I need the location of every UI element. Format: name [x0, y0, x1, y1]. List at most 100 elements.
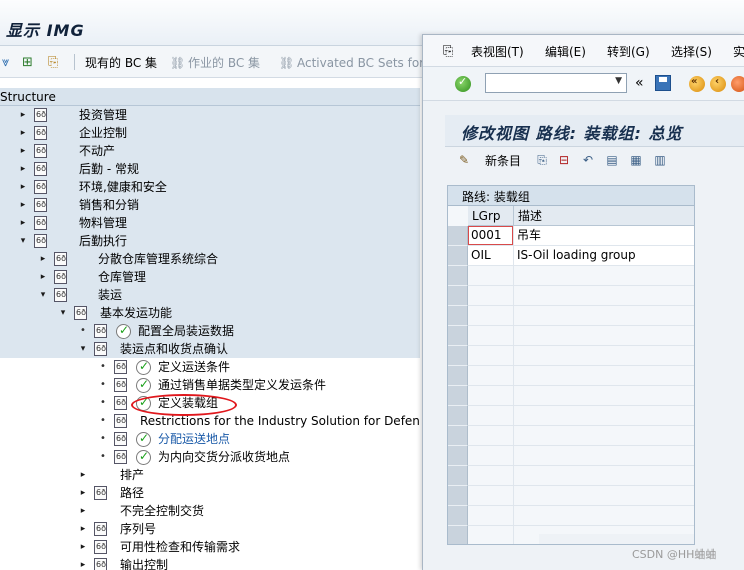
- document-icon[interactable]: [114, 432, 127, 446]
- tree-node-label[interactable]: 分散仓库管理系统综合: [98, 251, 218, 267]
- row-selector[interactable]: [448, 486, 468, 506]
- cell-description[interactable]: [514, 266, 694, 286]
- tree-node-label[interactable]: 销售和分销: [79, 197, 139, 213]
- exit-icon[interactable]: [710, 76, 726, 92]
- tree-node[interactable]: ▸ 后勤 - 常规: [0, 160, 420, 178]
- cell-lgrp[interactable]: [468, 346, 514, 366]
- document-icon[interactable]: [94, 558, 107, 570]
- collapse-node-icon[interactable]: ▾: [78, 343, 88, 355]
- cell-lgrp[interactable]: [468, 366, 514, 386]
- document-icon[interactable]: [114, 414, 127, 428]
- menu-goto[interactable]: 转到(G): [607, 44, 650, 60]
- current-bc-sets-button[interactable]: 现有的 BC 集: [85, 54, 157, 72]
- expand-node-icon[interactable]: ▸: [78, 559, 88, 570]
- tree-node[interactable]: ▸ 仓库管理: [0, 268, 420, 286]
- tree-node-label[interactable]: 装运点和收货点确认: [120, 341, 228, 357]
- document-icon[interactable]: [34, 234, 47, 248]
- cell-description[interactable]: [514, 286, 694, 306]
- cell-description[interactable]: [514, 366, 694, 386]
- undo-change-icon[interactable]: ↶: [581, 153, 595, 167]
- document-icon[interactable]: [34, 198, 47, 212]
- tree-node[interactable]: •Restrictions for the Industry Solution …: [0, 412, 420, 430]
- tree-node[interactable]: ▸ 环境,健康和安全: [0, 178, 420, 196]
- row-selector[interactable]: [448, 386, 468, 406]
- cell-lgrp[interactable]: [468, 426, 514, 446]
- tree-node[interactable]: • 定义运送条件: [0, 358, 420, 376]
- document-icon[interactable]: [54, 270, 67, 284]
- expand-node-icon[interactable]: ▸: [38, 271, 48, 283]
- document-icon[interactable]: [34, 180, 47, 194]
- tree-node-label[interactable]: 后勤 - 常规: [79, 161, 139, 177]
- document-icon[interactable]: [94, 486, 107, 500]
- expand-node-icon[interactable]: ▸: [38, 253, 48, 265]
- collapse-command-icon[interactable]: «: [635, 75, 644, 91]
- tree-node-label[interactable]: 环境,健康和安全: [79, 179, 167, 195]
- cancel-icon[interactable]: [731, 76, 744, 92]
- tree-node-label[interactable]: 配置全局装运数据: [138, 323, 234, 339]
- collapse-node-icon[interactable]: ▾: [38, 289, 48, 301]
- cell-description[interactable]: [514, 486, 694, 506]
- document-icon[interactable]: [34, 126, 47, 140]
- cell-lgrp[interactable]: 0001: [468, 226, 514, 246]
- expand-node-icon[interactable]: ▸: [18, 199, 28, 211]
- cell-lgrp[interactable]: [468, 506, 514, 526]
- tree-node[interactable]: ▸ 企业控制: [0, 124, 420, 142]
- document-icon[interactable]: [34, 162, 47, 176]
- cell-lgrp[interactable]: [468, 486, 514, 506]
- row-selector[interactable]: [448, 406, 468, 426]
- tree-node-label[interactable]: 企业控制: [79, 125, 127, 141]
- row-selector[interactable]: [448, 446, 468, 466]
- row-selector[interactable]: [448, 226, 468, 246]
- tree-node[interactable]: ▸ 可用性检查和传输需求: [0, 538, 420, 556]
- tree-node[interactable]: ▾ 基本发运功能: [0, 304, 420, 322]
- tree-node[interactable]: ▸ 输出控制: [0, 556, 420, 570]
- column-header-description[interactable]: 描述: [514, 206, 694, 226]
- document-icon[interactable]: [94, 540, 107, 554]
- tree-node-label[interactable]: 仓库管理: [98, 269, 146, 285]
- document-icon[interactable]: [114, 450, 127, 464]
- expand-node-icon[interactable]: ▸: [78, 541, 88, 553]
- cell-lgrp[interactable]: [468, 386, 514, 406]
- row-selector[interactable]: [448, 266, 468, 286]
- tree-node-label[interactable]: 输出控制: [120, 557, 168, 570]
- document-icon[interactable]: [54, 252, 67, 266]
- cell-lgrp[interactable]: [468, 446, 514, 466]
- row-selector[interactable]: [448, 366, 468, 386]
- cell-description[interactable]: [514, 326, 694, 346]
- cell-lgrp[interactable]: [468, 466, 514, 486]
- cell-description[interactable]: [514, 446, 694, 466]
- document-icon[interactable]: [54, 288, 67, 302]
- expand-node-icon[interactable]: ▸: [18, 217, 28, 229]
- tree-node[interactable]: • 配置全局装运数据: [0, 322, 420, 340]
- menu-edit[interactable]: 编辑(E): [545, 44, 586, 60]
- chevron-down-icon[interactable]: ▼: [615, 76, 622, 86]
- tree-node[interactable]: ▸ 不动产: [0, 142, 420, 160]
- cell-lgrp[interactable]: [468, 526, 514, 544]
- menu-table-view[interactable]: 表视图(T): [471, 44, 524, 60]
- cell-description[interactable]: [514, 406, 694, 426]
- cell-description[interactable]: [514, 506, 694, 526]
- tree-node-label[interactable]: 可用性检查和传输需求: [120, 539, 240, 555]
- filter-icon[interactable]: ⩔: [2, 54, 9, 72]
- select-all-icon[interactable]: ▤: [605, 153, 619, 167]
- back-icon[interactable]: [689, 76, 705, 92]
- document-icon[interactable]: [94, 342, 107, 356]
- cell-lgrp[interactable]: [468, 286, 514, 306]
- tree-node-label[interactable]: 排产: [120, 467, 144, 483]
- tree-node-label[interactable]: 分配运送地点: [158, 431, 230, 447]
- expand-node-icon[interactable]: ▸: [18, 109, 28, 121]
- tree-node[interactable]: ▸ 物料管理: [0, 214, 420, 232]
- delete-icon[interactable]: ⊟: [557, 153, 571, 167]
- execute-activity-icon[interactable]: [136, 377, 151, 393]
- row-selector[interactable]: [448, 526, 468, 544]
- tree-node[interactable]: ▸ 销售和分销: [0, 196, 420, 214]
- cell-description[interactable]: [514, 346, 694, 366]
- document-icon[interactable]: [94, 324, 107, 338]
- document-icon[interactable]: [34, 144, 47, 158]
- tree-node[interactable]: ▸ 路径: [0, 484, 420, 502]
- tree-node-label[interactable]: 装运: [98, 287, 122, 303]
- command-field[interactable]: ▼: [485, 73, 627, 93]
- cell-description[interactable]: [514, 426, 694, 446]
- row-selector[interactable]: [448, 326, 468, 346]
- row-selector[interactable]: [448, 246, 468, 266]
